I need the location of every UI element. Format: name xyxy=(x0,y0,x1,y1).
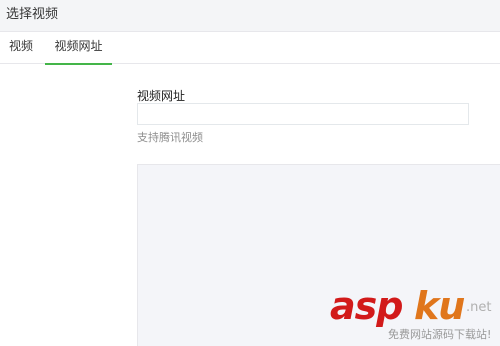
tab-video[interactable]: 视频 xyxy=(0,32,42,63)
video-url-input[interactable] xyxy=(137,103,469,125)
supported-source-hint: 支持腾讯视频 xyxy=(137,131,203,144)
tab-video-url[interactable]: 视频网址 xyxy=(45,32,112,65)
video-url-label: 视频网址 xyxy=(137,89,186,103)
dialog-header: 选择视频 xyxy=(0,0,500,32)
video-preview-area xyxy=(137,164,500,346)
tab-bar: 视频 视频网址 xyxy=(0,32,500,65)
dialog-title: 选择视频 xyxy=(6,7,59,22)
